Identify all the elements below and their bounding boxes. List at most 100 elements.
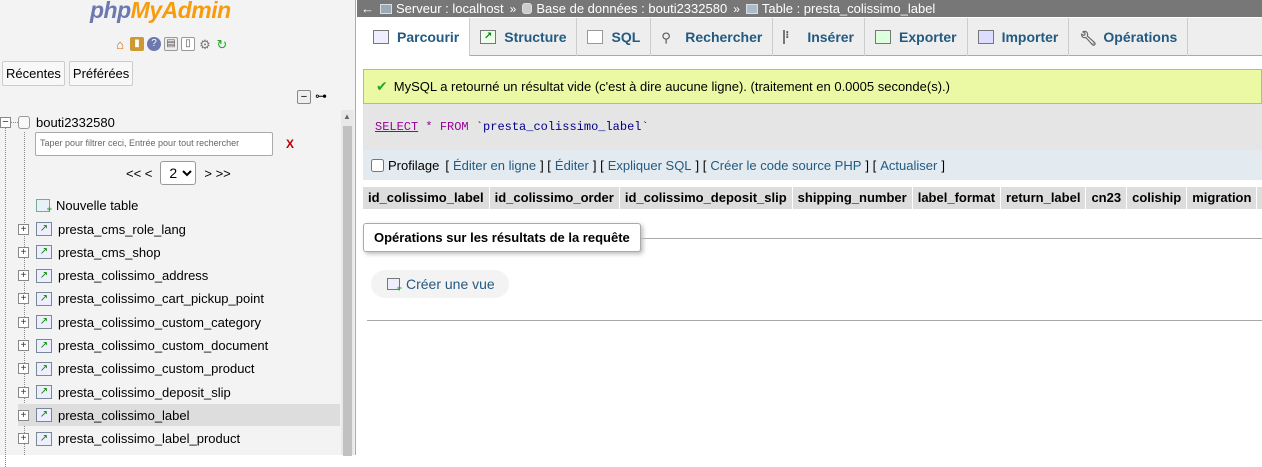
table-item[interactable]: + ↗ presta_colissimo_custom_document <box>18 335 340 357</box>
main-tabs: Parcourir ↗ Structure SQL ⚲ Rechercher ⁝ In… <box>363 18 1262 56</box>
page-select[interactable]: 2 <box>160 161 197 185</box>
column-header[interactable]: coliship <box>1127 187 1188 209</box>
table-icon: ↗ <box>36 268 52 283</box>
tab-operations[interactable]: 🔧︎ Opérations <box>1069 18 1189 56</box>
column-header[interactable]: i <box>1257 187 1262 209</box>
tab-structure[interactable]: ↗ Structure <box>470 18 578 56</box>
tab-insert[interactable]: ⁝ Insérer <box>773 18 866 56</box>
table-item[interactable]: + ↗ presta_colissimo_deposit_slip <box>18 381 340 403</box>
table-item[interactable]: + ↗ presta_cms_role_lang <box>18 218 340 240</box>
expand-icon[interactable]: + <box>18 386 29 398</box>
refresh-link[interactable]: Actualiser <box>880 158 937 173</box>
sql-query-box[interactable]: SELECT * FROM `presta_colissimo_label` <box>363 104 1262 150</box>
table-item[interactable]: + ↗ presta_colissimo_label_product <box>18 428 340 450</box>
table-icon: ↗ <box>36 245 52 260</box>
column-header[interactable]: return_label <box>1001 187 1087 209</box>
column-header[interactable]: id_colissimo_label <box>363 187 490 209</box>
table-item[interactable]: + ↗ presta_colissimo_label <box>18 404 340 427</box>
logo-php: php <box>90 0 131 23</box>
database-node[interactable]: − bouti2332580 <box>0 112 115 132</box>
table-item[interactable]: + ↗ presta_cms_shop <box>18 241 340 263</box>
link-icon[interactable]: ⊶ <box>314 90 328 104</box>
tab-export[interactable]: Exporter <box>865 18 968 56</box>
logout-icon[interactable]: ▮ <box>130 37 144 51</box>
expand-icon[interactable]: + <box>18 340 29 351</box>
sql-star: * <box>425 120 433 134</box>
create-view-icon: + <box>387 278 402 293</box>
collapse-all-icon[interactable]: − <box>297 90 311 104</box>
help-icon[interactable]: ? <box>147 37 161 51</box>
tree-controls: − ⊶ <box>297 90 328 104</box>
tab-browse[interactable]: Parcourir <box>363 18 471 56</box>
pager-prev[interactable]: << < <box>126 166 152 181</box>
tree-scrollbar[interactable]: ▲ <box>341 110 354 456</box>
new-table-item[interactable]: + Nouvelle table <box>18 194 340 216</box>
tab-search[interactable]: ⚲ Rechercher <box>651 18 774 56</box>
breadcrumb-table[interactable]: Table : presta_colissimo_label <box>745 1 935 16</box>
explain-sql-link[interactable]: Expliquer SQL <box>608 158 692 173</box>
wrench-icon: 🔧︎ <box>1079 30 1098 46</box>
collapse-icon[interactable]: − <box>0 116 11 128</box>
main-panel: ← Serveur : localhost » Base de données … <box>357 0 1262 455</box>
logo-myadmin: MyAdmin <box>130 0 232 23</box>
home-icon[interactable]: ⌂ <box>113 37 127 51</box>
table-name: presta_colissimo_custom_product <box>58 361 255 377</box>
phpmyadmin-logo[interactable]: phpMyAdmin <box>90 0 231 24</box>
expand-icon[interactable]: + <box>18 409 29 421</box>
reload-icon[interactable]: ↻ <box>215 37 229 51</box>
column-header[interactable]: migration <box>1187 187 1258 209</box>
table-name: presta_colissimo_address <box>58 268 209 284</box>
column-header[interactable]: id_colissimo_deposit_slip <box>620 187 793 209</box>
server-icon <box>380 3 392 14</box>
tab-favorites[interactable]: Préférées <box>68 61 134 86</box>
create-php-code-link[interactable]: Créer le code source PHP <box>710 158 861 173</box>
edit-inline-link[interactable]: Éditer en ligne <box>453 158 536 173</box>
expand-icon[interactable]: + <box>18 433 29 445</box>
breadcrumb-database[interactable]: Base de données : bouti2332580 <box>522 1 727 16</box>
expand-icon[interactable]: + <box>18 223 29 235</box>
divider <box>367 320 1262 321</box>
edit-link[interactable]: Éditer <box>555 158 589 173</box>
tab-import[interactable]: Importer <box>968 18 1070 56</box>
breadcrumb-separator: » <box>733 1 740 16</box>
gear-icon[interactable]: ⚙ <box>198 37 212 51</box>
database-icon <box>18 115 30 129</box>
tab-recent[interactable]: Récentes <box>2 61 65 86</box>
table-item[interactable]: + ↗ presta_colissimo_custom_product <box>18 358 340 380</box>
documentation-icon[interactable]: ▤ <box>164 37 178 51</box>
table-item[interactable]: + ↗ presta_colissimo_cart_pickup_point <box>18 288 340 310</box>
table-icon: ↗ <box>36 431 52 446</box>
table-item[interactable]: + ↗ presta_colissimo_custom_category <box>18 311 340 333</box>
expand-icon[interactable]: + <box>18 363 29 375</box>
insert-icon: ⁝ <box>783 30 799 44</box>
table-name: presta_colissimo_deposit_slip <box>58 384 231 400</box>
back-arrow-icon[interactable]: ← <box>361 1 374 16</box>
expand-icon[interactable]: + <box>18 246 29 258</box>
profiling-checkbox[interactable] <box>371 158 384 172</box>
clear-filter-button[interactable]: X <box>280 134 300 154</box>
sql-table-name: `presta_colissimo_label` <box>475 120 649 134</box>
column-header[interactable]: label_format <box>913 187 1002 209</box>
pager-next[interactable]: > >> <box>204 166 230 181</box>
export-icon <box>875 30 892 44</box>
table-filter-input[interactable]: Taper pour filtrer ceci, Entrée pour tou… <box>35 132 273 156</box>
table-name: presta_cms_role_lang <box>58 221 186 237</box>
create-view-button[interactable]: + Créer une vue <box>371 270 509 298</box>
column-header[interactable]: id_colissimo_order <box>490 187 620 209</box>
table-item[interactable]: + ↗ presta_colissimo_address <box>18 265 340 287</box>
import-icon <box>977 30 994 44</box>
scroll-up-arrow[interactable]: ▲ <box>343 112 351 121</box>
expand-icon[interactable]: + <box>18 293 29 305</box>
tab-sql[interactable]: SQL <box>577 18 652 56</box>
scroll-thumb[interactable] <box>343 126 352 456</box>
column-header[interactable]: cn23 <box>1086 187 1128 209</box>
table-icon: ↗ <box>36 338 52 353</box>
column-header[interactable]: shipping_number <box>793 187 913 209</box>
mysql-docs-icon[interactable]: ▯ <box>181 37 195 51</box>
breadcrumb-server[interactable]: Serveur : localhost <box>380 1 504 16</box>
breadcrumb-separator: » <box>509 1 517 16</box>
navigation-panel: phpMyAdmin ⌂ ▮ ? ▤ ▯ ⚙ ↻ Récentes Préfér… <box>0 0 356 467</box>
expand-icon[interactable]: + <box>18 316 29 328</box>
expand-icon[interactable]: + <box>18 270 29 282</box>
sql-keyword-select: SELECT <box>375 120 419 134</box>
